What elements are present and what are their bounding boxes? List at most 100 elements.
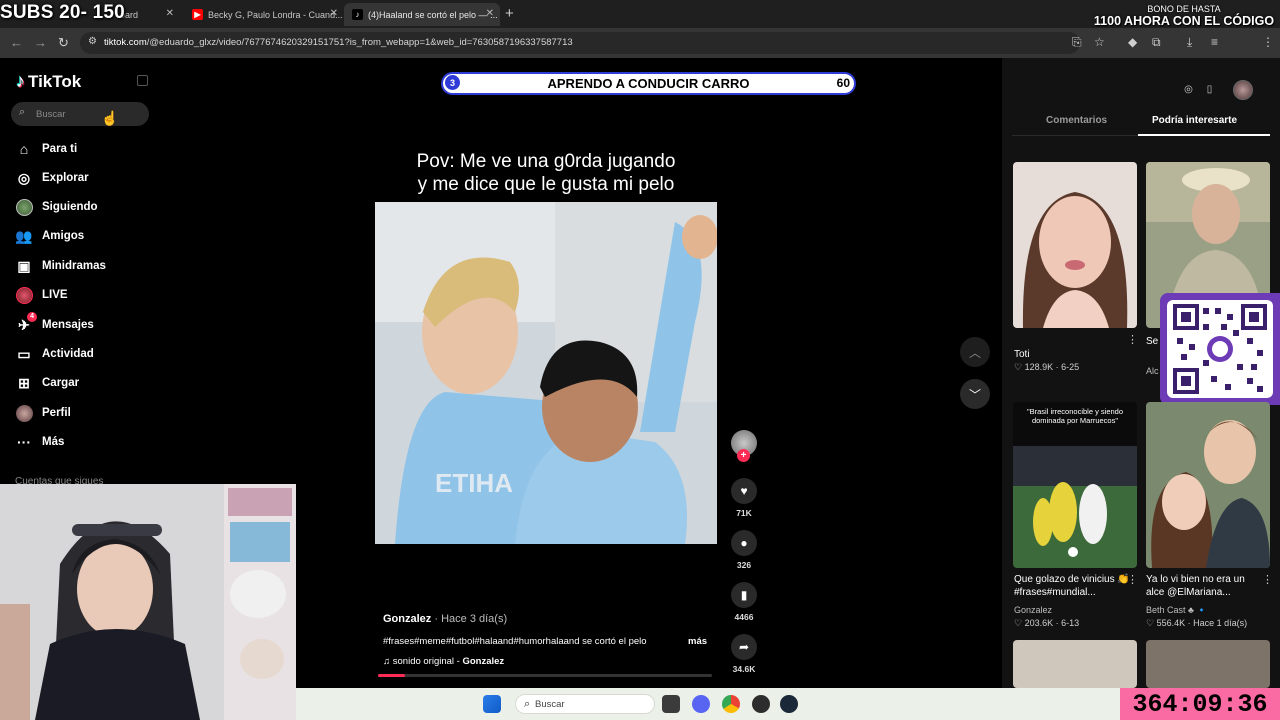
steam-icon[interactable] xyxy=(780,695,798,713)
card-menu-icon[interactable]: ⋮ xyxy=(1127,333,1138,346)
sidebar-item-siguiendo[interactable]: Siguiendo xyxy=(15,196,98,218)
screen: oard ✕ ▶ Becky G, Paulo Londra - Cuand..… xyxy=(0,0,1280,720)
card-title[interactable]: Que golazo de vinicius 👏 #frases#mundial… xyxy=(1014,573,1132,599)
obs-icon[interactable] xyxy=(752,695,770,713)
share-button[interactable]: ➦ 34.6K xyxy=(728,634,760,674)
sidebar-item-explorar[interactable]: ◎ Explorar xyxy=(15,167,89,189)
webcam-image xyxy=(0,484,296,720)
video-progress-bar[interactable] xyxy=(378,674,712,677)
live-icon xyxy=(15,286,33,304)
qr-code xyxy=(1167,300,1273,398)
sidebar-item-mensajes[interactable]: ✈ 4 Mensajes xyxy=(15,312,94,336)
sound-line[interactable]: ♫ sonido original - Gonzalez xyxy=(383,656,504,667)
heart-outline-icon: ♡ xyxy=(1014,362,1025,372)
follow-plus-icon[interactable]: + xyxy=(737,449,750,462)
comment-button[interactable]: ● 326 xyxy=(728,530,760,570)
comment-icon: ● xyxy=(731,530,757,556)
task-view-icon[interactable] xyxy=(662,695,680,713)
next-video-button[interactable]: ﹀ xyxy=(960,379,990,409)
sidebar-item-live[interactable]: LIVE xyxy=(15,284,68,306)
card-title[interactable]: Ya lo vi bien no era un alce @ElMariana.… xyxy=(1146,573,1264,599)
video-frame: ETIHA xyxy=(375,202,717,544)
sidebar-item-label: Perfil xyxy=(42,407,71,419)
extension-icon[interactable]: ◆ xyxy=(1128,35,1137,49)
compass-icon[interactable]: ◎ xyxy=(1181,82,1196,97)
sidebar-item-amigos[interactable]: 👥 Amigos xyxy=(15,225,84,247)
browser-tab-active[interactable]: ♪ (4)Haaland se cortó el pelo — ... ✕ xyxy=(344,3,500,26)
puzzle-icon[interactable]: ⧉ xyxy=(1152,35,1161,50)
more-link[interactable]: más xyxy=(688,636,707,647)
card-date: 6-25 xyxy=(1061,362,1080,372)
card-author[interactable]: Beth Cast ♣ 🔹 xyxy=(1146,605,1208,616)
sidebar-item-actividad[interactable]: ▭ Actividad xyxy=(15,343,93,365)
close-icon[interactable]: ✕ xyxy=(486,8,494,19)
like-button[interactable]: ♥ 71K xyxy=(728,478,760,518)
browser-tab[interactable]: ▶ Becky G, Paulo Londra - Cuand... ✕ xyxy=(184,3,344,26)
video-card-thumbnail[interactable]: "Brasil irreconocible y siendo dominada … xyxy=(1013,402,1137,568)
video-card-thumbnail[interactable] xyxy=(1013,640,1137,688)
windows-start-icon[interactable] xyxy=(483,695,501,713)
media-icon[interactable]: ≡ xyxy=(1211,35,1218,49)
sidebar-item-label: Minidramas xyxy=(42,260,106,272)
compass-icon: ◎ xyxy=(17,169,31,186)
card-likes: 128.9K xyxy=(1024,362,1054,372)
music-note-icon: ♫ xyxy=(383,656,393,667)
video-card-thumbnail[interactable] xyxy=(1146,640,1270,688)
tab-comentarios[interactable]: Comentarios xyxy=(1046,115,1107,126)
discord-icon[interactable] xyxy=(692,695,710,713)
url-path: /@eduardo_glxz/video/7677674620329151751… xyxy=(146,37,573,48)
qr-code-icon xyxy=(1173,304,1267,394)
taskbar-search[interactable]: ⌕ Buscar xyxy=(515,694,655,714)
video-card-thumbnail[interactable] xyxy=(1146,402,1270,568)
video-description: #frases#meme#futbol#halaand#humorhalaand… xyxy=(383,636,647,647)
reload-icon[interactable]: ↻ xyxy=(58,35,69,51)
like-count: 71K xyxy=(736,508,752,518)
webcam-overlay xyxy=(0,484,296,720)
close-icon[interactable]: ✕ xyxy=(330,8,338,19)
sidebar-item-minidramas[interactable]: ▣ Minidramas xyxy=(15,255,106,277)
chrome-icon[interactable] xyxy=(722,695,740,713)
tab-podria-interesarte[interactable]: Podría interesarte xyxy=(1152,115,1237,126)
search-box[interactable]: ⌕ xyxy=(11,102,149,126)
previous-video-button[interactable]: ︿ xyxy=(960,337,990,367)
sidebar-item-label: LIVE xyxy=(42,289,68,301)
bookmark-star-icon[interactable]: ☆ xyxy=(1094,35,1105,49)
card-meta: ♡ 556.4K · Hace 1 día(s) xyxy=(1146,618,1248,628)
card-overlay-text: "Brasil irreconocible y siendo dominada … xyxy=(1026,407,1124,425)
menu-kebab-icon[interactable]: ⋮ xyxy=(1262,35,1274,49)
card-title[interactable]: Toti xyxy=(1014,348,1132,361)
video-player[interactable]: ETIHA xyxy=(375,202,717,544)
close-icon[interactable]: ✕ xyxy=(166,8,174,19)
creator-avatar-button[interactable]: + xyxy=(728,430,760,462)
promo-headline: 1100 AHORA CON EL CÓDIGO xyxy=(1093,14,1275,28)
svg-text:ETIHA: ETIHA xyxy=(435,468,513,498)
download-icon[interactable]: ⤓ xyxy=(1187,35,1192,50)
taskbar-search-label: Buscar xyxy=(535,699,565,710)
sidebar-item-perfil[interactable]: Perfil xyxy=(15,402,71,424)
card-menu-icon[interactable]: ⋮ xyxy=(1127,573,1138,586)
translate-icon[interactable]: ⎘ xyxy=(1072,35,1082,50)
sidebar-item-cargar[interactable]: ⊞ Cargar xyxy=(15,372,79,394)
active-tab-underline xyxy=(1138,134,1270,136)
sidebar-item-para-ti[interactable]: ⌂ Para ti xyxy=(15,138,77,160)
back-icon[interactable]: ← xyxy=(10,35,23,50)
tiktok-logo[interactable]: ♪ TikTok xyxy=(16,71,81,92)
site-info-icon[interactable]: ⚙ xyxy=(88,36,97,47)
collapse-sidebar-icon[interactable] xyxy=(137,75,148,86)
card-menu-icon[interactable]: ⋮ xyxy=(1262,573,1273,586)
activity-icon: ▭ xyxy=(17,345,31,362)
user-avatar[interactable] xyxy=(1233,80,1253,100)
url-field[interactable]: ⚙ tiktok.com/@eduardo_glxz/video/7677674… xyxy=(80,32,1080,54)
new-tab-icon[interactable]: + xyxy=(505,5,514,22)
forward-icon[interactable]: → xyxy=(34,35,47,50)
save-button[interactable]: ▮ 4466 xyxy=(728,582,760,622)
search-input[interactable] xyxy=(36,106,136,122)
phone-icon[interactable]: ▯ xyxy=(1202,82,1217,97)
card-author[interactable]: Gonzalez xyxy=(1014,605,1052,615)
address-bar: ← → ↻ ⚙ tiktok.com/@eduardo_glxz/video/7… xyxy=(0,28,1280,77)
sidebar-item-mas[interactable]: ··· Más xyxy=(15,431,64,453)
sidebar-item-label: Más xyxy=(42,436,65,448)
tiktok-icon: ♪ xyxy=(352,9,363,20)
author-name[interactable]: Gonzalez xyxy=(383,613,431,625)
video-card-thumbnail[interactable] xyxy=(1013,162,1137,328)
